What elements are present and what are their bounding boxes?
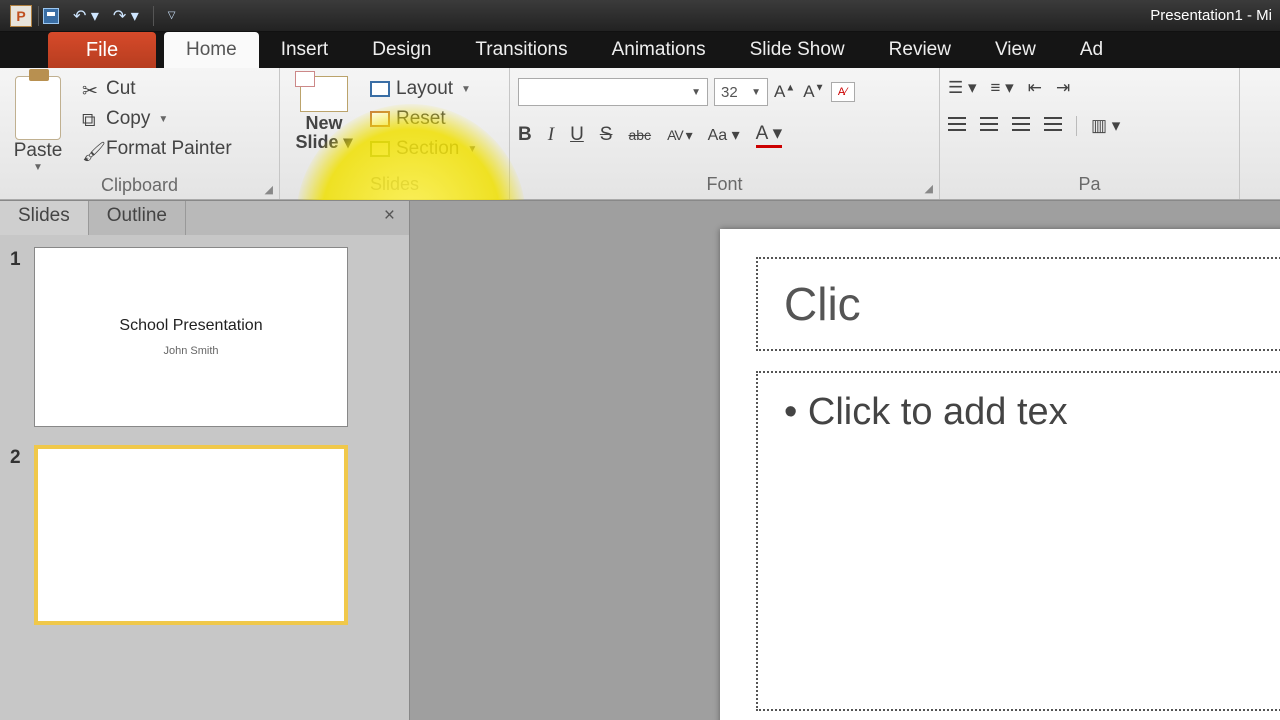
section-button[interactable]: Section ▼ [366,136,481,162]
tab-view[interactable]: View [973,32,1058,68]
slide-editor[interactable]: Clic Click to add tex [410,201,1280,720]
copy-label: Copy [106,108,150,130]
qat-redo-button[interactable]: ↷ ▾ [113,6,139,26]
paste-label: Paste [8,140,68,162]
align-center-button[interactable] [980,116,998,136]
paragraph-group-label: Pa [948,172,1231,199]
font-group-label: Font ◢ [518,172,931,199]
underline-button[interactable]: U [570,124,584,146]
cut-label: Cut [106,78,136,100]
ribbon-tab-row: File Home Insert Design Transitions Anim… [0,32,1280,68]
copy-button[interactable]: ⧉ Copy ▼ [78,106,236,132]
slide-thumbnails: 1 School Presentation John Smith 2 [0,235,409,655]
slide-canvas[interactable]: Clic Click to add tex [720,229,1280,720]
qat-save-button[interactable] [43,8,59,24]
thumbnail-slide-2[interactable] [34,445,348,625]
qat-undo-button[interactable]: ↶ ▾ [73,6,99,26]
italic-button[interactable]: I [548,124,554,146]
tab-review[interactable]: Review [867,32,973,68]
reset-button[interactable]: Reset [366,106,481,132]
align-right-button[interactable] [1012,116,1030,136]
ribbon: Paste ▼ ✂ Cut ⧉ Copy ▼ 🖌 Format Painter [0,68,1280,200]
tab-transitions[interactable]: Transitions [453,32,589,68]
title-placeholder-text: Clic [784,277,1280,331]
text-shadow-button[interactable]: S [600,124,613,146]
tab-home[interactable]: Home [164,32,259,68]
scissors-icon: ✂ [82,80,100,98]
align-justify-button[interactable] [1044,116,1062,136]
tab-slideshow[interactable]: Slide Show [728,32,867,68]
change-case-button[interactable]: Aa ▾ [708,125,740,145]
font-size-value: 32 [721,84,738,101]
section-icon [370,141,390,157]
tab-file[interactable]: File [48,32,156,68]
panel-close-button[interactable]: × [370,201,409,235]
bullets-button[interactable]: ☰ ▾ [948,78,977,98]
layout-button[interactable]: Layout ▼ [366,76,481,102]
thumbnail-slide-1[interactable]: School Presentation John Smith [34,247,348,427]
panel-tab-outline[interactable]: Outline [89,201,186,235]
thumbnail-row[interactable]: 2 [10,445,399,625]
cut-button[interactable]: ✂ Cut [78,76,236,102]
font-size-combo[interactable]: 32 ▼ [714,78,768,106]
copy-icon: ⧉ [82,110,100,128]
font-dialog-launcher[interactable]: ◢ [925,182,933,195]
clipboard-dialog-launcher[interactable]: ◢ [265,183,273,196]
columns-button[interactable]: ▥ ▾ [1091,116,1120,136]
increase-indent-button[interactable]: ⇥ [1056,78,1070,98]
workspace: Slides Outline × 1 School Presentation J… [0,200,1280,720]
layout-icon [370,81,390,97]
content-placeholder-text: Click to add tex [784,391,1280,691]
numbering-button[interactable]: ≡ ▾ [991,78,1014,98]
shrink-font-button[interactable]: A▼ [803,82,824,102]
strikethrough-button[interactable]: abc [628,127,651,143]
font-color-button[interactable]: A ▾ [756,122,782,148]
grow-font-button[interactable]: A▲ [774,82,795,102]
title-placeholder[interactable]: Clic [756,257,1280,351]
paintbrush-icon: 🖌 [82,140,100,158]
paste-button[interactable]: Paste ▼ [8,72,68,173]
tab-animations[interactable]: Animations [590,32,728,68]
align-left-button[interactable] [948,116,966,136]
panel-tab-slides[interactable]: Slides [0,201,89,235]
font-family-combo[interactable]: ▼ [518,78,708,106]
bold-button[interactable]: B [518,124,532,146]
thumbnail-number: 2 [10,445,34,625]
window-title: Presentation1 - Mi [175,7,1280,24]
layout-label: Layout [396,78,453,100]
slides-outline-panel: Slides Outline × 1 School Presentation J… [0,201,410,720]
thumbnail-number: 1 [10,247,34,427]
new-slide-button[interactable]: NewSlide ▾ [288,72,360,152]
paste-icon [15,76,61,140]
content-placeholder[interactable]: Click to add tex [756,371,1280,711]
app-icon: P [10,5,32,27]
tab-design[interactable]: Design [350,32,453,68]
thumbnail-title: School Presentation [119,317,262,335]
char-spacing-button[interactable]: AV ▾ [667,127,692,144]
thumbnail-subtitle: John Smith [163,345,218,357]
slides-group-label: Slides [288,172,501,199]
format-painter-button[interactable]: 🖌 Format Painter [78,136,236,162]
reset-icon [370,111,390,127]
clipboard-group-label: Clipboard ◢ [8,173,271,200]
qat-customize-button[interactable]: ▽ [168,10,176,21]
format-painter-label: Format Painter [106,138,232,160]
section-label: Section [396,138,459,160]
new-slide-icon [300,76,348,112]
clear-formatting-button[interactable]: A⁄ [831,82,855,102]
decrease-indent-button[interactable]: ⇤ [1028,78,1042,98]
tab-insert[interactable]: Insert [259,32,351,68]
thumbnail-row[interactable]: 1 School Presentation John Smith [10,247,399,427]
tab-addins[interactable]: Ad [1058,32,1125,68]
reset-label: Reset [396,108,446,130]
